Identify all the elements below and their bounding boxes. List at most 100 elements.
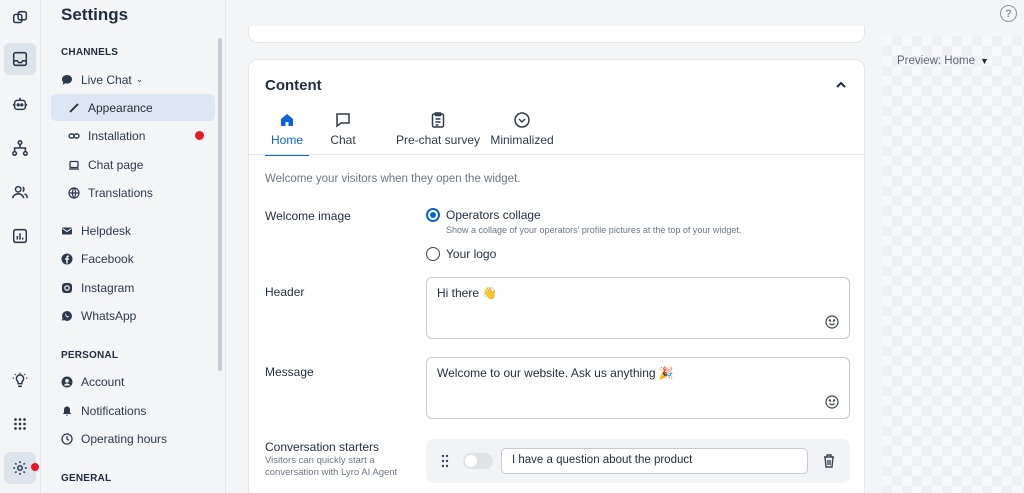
- settings-alert-dot: [31, 463, 39, 471]
- sidebar-item-appearance[interactable]: Appearance: [51, 94, 215, 121]
- sidebar-scrollbar[interactable]: [218, 38, 222, 371]
- radio-label: Your logo: [446, 247, 497, 261]
- whatsapp-icon: [61, 310, 73, 322]
- sidebar-item-installation[interactable]: Installation: [51, 122, 215, 149]
- brush-icon: [68, 102, 80, 114]
- radio-operators-collage[interactable]: Operators collage: [426, 208, 541, 222]
- instagram-icon: [61, 282, 73, 294]
- emoji-icon[interactable]: [825, 315, 839, 329]
- emoji-icon[interactable]: [825, 395, 839, 409]
- content-card: Content Home Chat Pre-chat survey Minima…: [248, 59, 866, 493]
- tab-pre-chat-survey[interactable]: Pre-chat survey: [383, 108, 493, 156]
- page-title: Settings: [61, 5, 129, 24]
- card-title: Content: [265, 77, 322, 94]
- radio-button: [426, 247, 440, 261]
- welcome-image-label: Welcome image: [265, 209, 351, 223]
- radio-label: Operators collage: [446, 208, 541, 222]
- link-icon: [68, 130, 80, 142]
- sidebar-item-label: Appearance: [88, 100, 153, 115]
- starter-toggle[interactable]: [463, 453, 493, 469]
- sidebar-item-label: WhatsApp: [81, 308, 137, 323]
- message-input-value: Welcome to our website. Ask us anything …: [437, 366, 674, 380]
- sidebar-item-chat-page[interactable]: Chat page: [51, 151, 215, 178]
- tab-minimalized[interactable]: Minimalized: [490, 108, 554, 156]
- sidebar-item-helpdesk[interactable]: Helpdesk: [51, 217, 215, 244]
- clock-icon: [61, 432, 73, 445]
- tab-home[interactable]: Home: [265, 108, 309, 156]
- sidebar-item-label: Installation: [88, 128, 146, 143]
- conversation-starters-hint: Visitors can quickly start a conversatio…: [265, 455, 398, 478]
- sidebar-item-whatsapp[interactable]: WhatsApp: [51, 302, 215, 329]
- chat-icon: [336, 113, 350, 128]
- laptop-icon: [68, 159, 80, 171]
- icon-rail: [0, 0, 41, 493]
- main-content: Content Home Chat Pre-chat survey Minima…: [227, 26, 882, 493]
- chevron-circle-icon: [514, 112, 530, 128]
- sidebar-item-operating-hours[interactable]: Operating hours: [51, 425, 215, 452]
- analytics-icon[interactable]: [4, 220, 36, 252]
- lightbulb-icon[interactable]: [4, 364, 36, 396]
- header-input[interactable]: Hi there 👋: [426, 277, 850, 339]
- installation-alert-dot: [195, 131, 204, 140]
- radio-button-selected: [426, 208, 440, 222]
- conversation-starters-label: Conversation starters: [265, 440, 380, 454]
- tab-label: Home: [270, 133, 303, 147]
- content-intro: Welcome your visitors when they open the…: [265, 173, 521, 185]
- bot-icon[interactable]: [4, 88, 36, 120]
- tab-label: Minimalized: [490, 133, 554, 147]
- user-icon: [61, 376, 73, 388]
- sidebar-item-label: Translations: [88, 185, 153, 200]
- starter-row: I have a question about the product: [426, 439, 850, 483]
- sidebar-item-label: Facebook: [81, 251, 134, 266]
- chat-bubble-icon: [61, 74, 73, 86]
- sidebar-item-translations[interactable]: Translations: [51, 179, 215, 206]
- trash-icon[interactable]: [822, 453, 836, 469]
- section-general: GENERAL: [61, 473, 112, 484]
- contacts-icon[interactable]: [4, 176, 36, 208]
- sidebar-item-facebook[interactable]: Facebook: [51, 245, 215, 272]
- apps-grid-icon[interactable]: [4, 408, 36, 440]
- clipboard-icon: [431, 112, 445, 128]
- preview-select-label: Preview: Home: [897, 55, 975, 67]
- layers-icon[interactable]: [4, 2, 36, 34]
- tab-label: Pre-chat survey: [395, 133, 481, 147]
- chevron-down-icon: ⌄: [135, 74, 144, 84]
- tab-label: Chat: [330, 133, 356, 147]
- section-channels: CHANNELS: [61, 47, 119, 58]
- sidebar-item-label: Operating hours: [81, 431, 168, 446]
- flow-icon[interactable]: [4, 132, 36, 164]
- sidebar-item-label: Helpdesk: [81, 223, 132, 238]
- sidebar-item-label: Account: [81, 374, 125, 389]
- sidebar-item-label: Chat page: [88, 157, 144, 172]
- home-icon: [281, 114, 293, 126]
- tab-chat[interactable]: Chat: [327, 108, 359, 156]
- caret-down-icon: ▼: [979, 56, 989, 66]
- inbox-icon[interactable]: [4, 43, 36, 75]
- chevron-up-icon[interactable]: [833, 77, 849, 93]
- settings-sidebar: Settings CHANNELS Live Chat ⌄ Appearance…: [41, 0, 226, 493]
- facebook-icon: [61, 253, 73, 265]
- previous-section-card: [248, 26, 865, 43]
- preview-pane: [882, 36, 1024, 493]
- radio-your-logo[interactable]: Your logo: [426, 247, 496, 261]
- section-personal: PERSONAL: [61, 350, 119, 361]
- message-input[interactable]: Welcome to our website. Ask us anything …: [426, 357, 850, 419]
- sidebar-item-live-chat[interactable]: Live Chat ⌄: [51, 66, 215, 93]
- starter-input[interactable]: I have a question about the product: [501, 448, 808, 474]
- sidebar-item-label: Notifications: [81, 403, 147, 418]
- help-icon[interactable]: ?: [1000, 5, 1017, 22]
- operators-collage-hint: Show a collage of your operators' profil…: [446, 225, 742, 235]
- header-label: Header: [265, 285, 305, 299]
- sidebar-item-label: Instagram: [81, 280, 135, 295]
- sidebar-item-account[interactable]: Account: [51, 368, 215, 395]
- globe-icon: [68, 186, 80, 199]
- tabs-divider: [249, 154, 866, 155]
- sidebar-item-label: Live Chat: [81, 72, 132, 87]
- header-input-value: Hi there 👋: [437, 286, 498, 300]
- sidebar-item-instagram[interactable]: Instagram: [51, 274, 215, 301]
- mail-icon: [61, 225, 73, 237]
- sidebar-item-notifications[interactable]: Notifications: [51, 397, 215, 424]
- preview-select[interactable]: Preview: Home ▼: [897, 55, 989, 67]
- drag-handle-icon[interactable]: [440, 454, 450, 468]
- bell-icon: [61, 405, 73, 417]
